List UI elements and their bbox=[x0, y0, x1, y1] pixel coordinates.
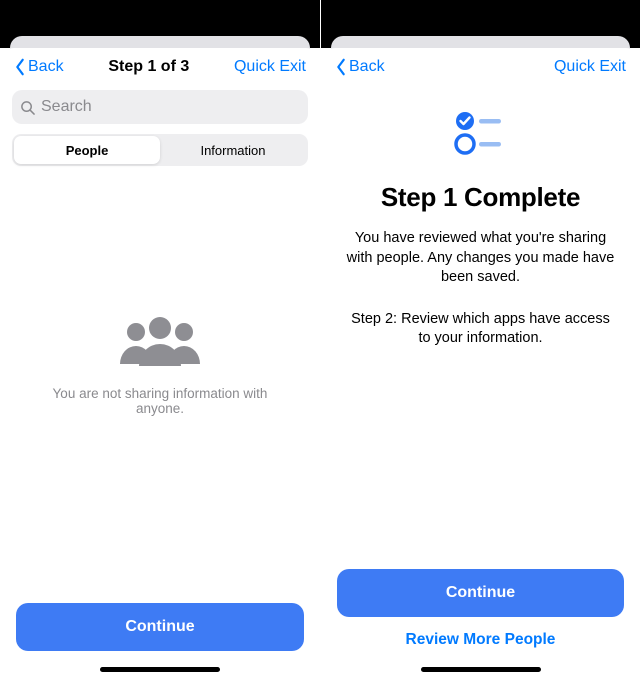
status-bar bbox=[0, 0, 320, 30]
back-label: Back bbox=[349, 58, 385, 76]
empty-state: You are not sharing information with any… bbox=[0, 166, 320, 593]
review-more-people-button[interactable]: Review More People bbox=[406, 627, 556, 651]
page-title: Step 1 of 3 bbox=[108, 58, 189, 76]
complete-title: Step 1 Complete bbox=[381, 182, 580, 213]
stacked-sheet-background bbox=[321, 30, 640, 48]
checklist-icon bbox=[453, 110, 509, 156]
footer-actions: Continue Review More People bbox=[321, 559, 640, 686]
tab-information[interactable]: Information bbox=[160, 136, 306, 164]
home-indicator bbox=[421, 667, 541, 672]
people-icon bbox=[114, 314, 206, 370]
stacked-sheet-background bbox=[0, 30, 320, 48]
search-field[interactable] bbox=[41, 98, 300, 116]
search-input[interactable] bbox=[12, 90, 308, 124]
back-button[interactable]: Back bbox=[335, 58, 385, 76]
complete-content: Step 1 Complete You have reviewed what y… bbox=[321, 82, 640, 559]
continue-button[interactable]: Continue bbox=[337, 569, 624, 617]
complete-body: You have reviewed what you're sharing wi… bbox=[345, 229, 616, 288]
quick-exit-button[interactable]: Quick Exit bbox=[234, 58, 306, 76]
nav-bar: Back Quick Exit bbox=[321, 48, 640, 82]
back-label: Back bbox=[28, 58, 64, 76]
empty-state-text: You are not sharing information with any… bbox=[28, 386, 292, 416]
chevron-left-icon bbox=[14, 58, 26, 76]
screen-step1-sharing: Back Step 1 of 3 Quick Exit People Infor… bbox=[0, 0, 320, 686]
footer-actions: Continue bbox=[0, 593, 320, 686]
status-bar bbox=[321, 0, 640, 30]
home-indicator bbox=[100, 667, 220, 672]
nav-bar: Back Step 1 of 3 Quick Exit bbox=[0, 48, 320, 82]
segmented-control: People Information bbox=[12, 134, 308, 166]
quick-exit-button[interactable]: Quick Exit bbox=[554, 58, 626, 76]
modal-sheet: Back Step 1 of 3 Quick Exit People Infor… bbox=[0, 48, 320, 686]
chevron-left-icon bbox=[335, 58, 347, 76]
screen-step1-complete: Back Quick Exit Step 1 Complete You have… bbox=[320, 0, 640, 686]
continue-button[interactable]: Continue bbox=[16, 603, 304, 651]
search-icon bbox=[20, 100, 35, 115]
next-step-text: Step 2: Review which apps have access to… bbox=[345, 310, 616, 349]
tab-people[interactable]: People bbox=[14, 136, 160, 164]
modal-sheet: Back Quick Exit Step 1 Complete You have… bbox=[321, 48, 640, 686]
back-button[interactable]: Back bbox=[14, 58, 64, 76]
